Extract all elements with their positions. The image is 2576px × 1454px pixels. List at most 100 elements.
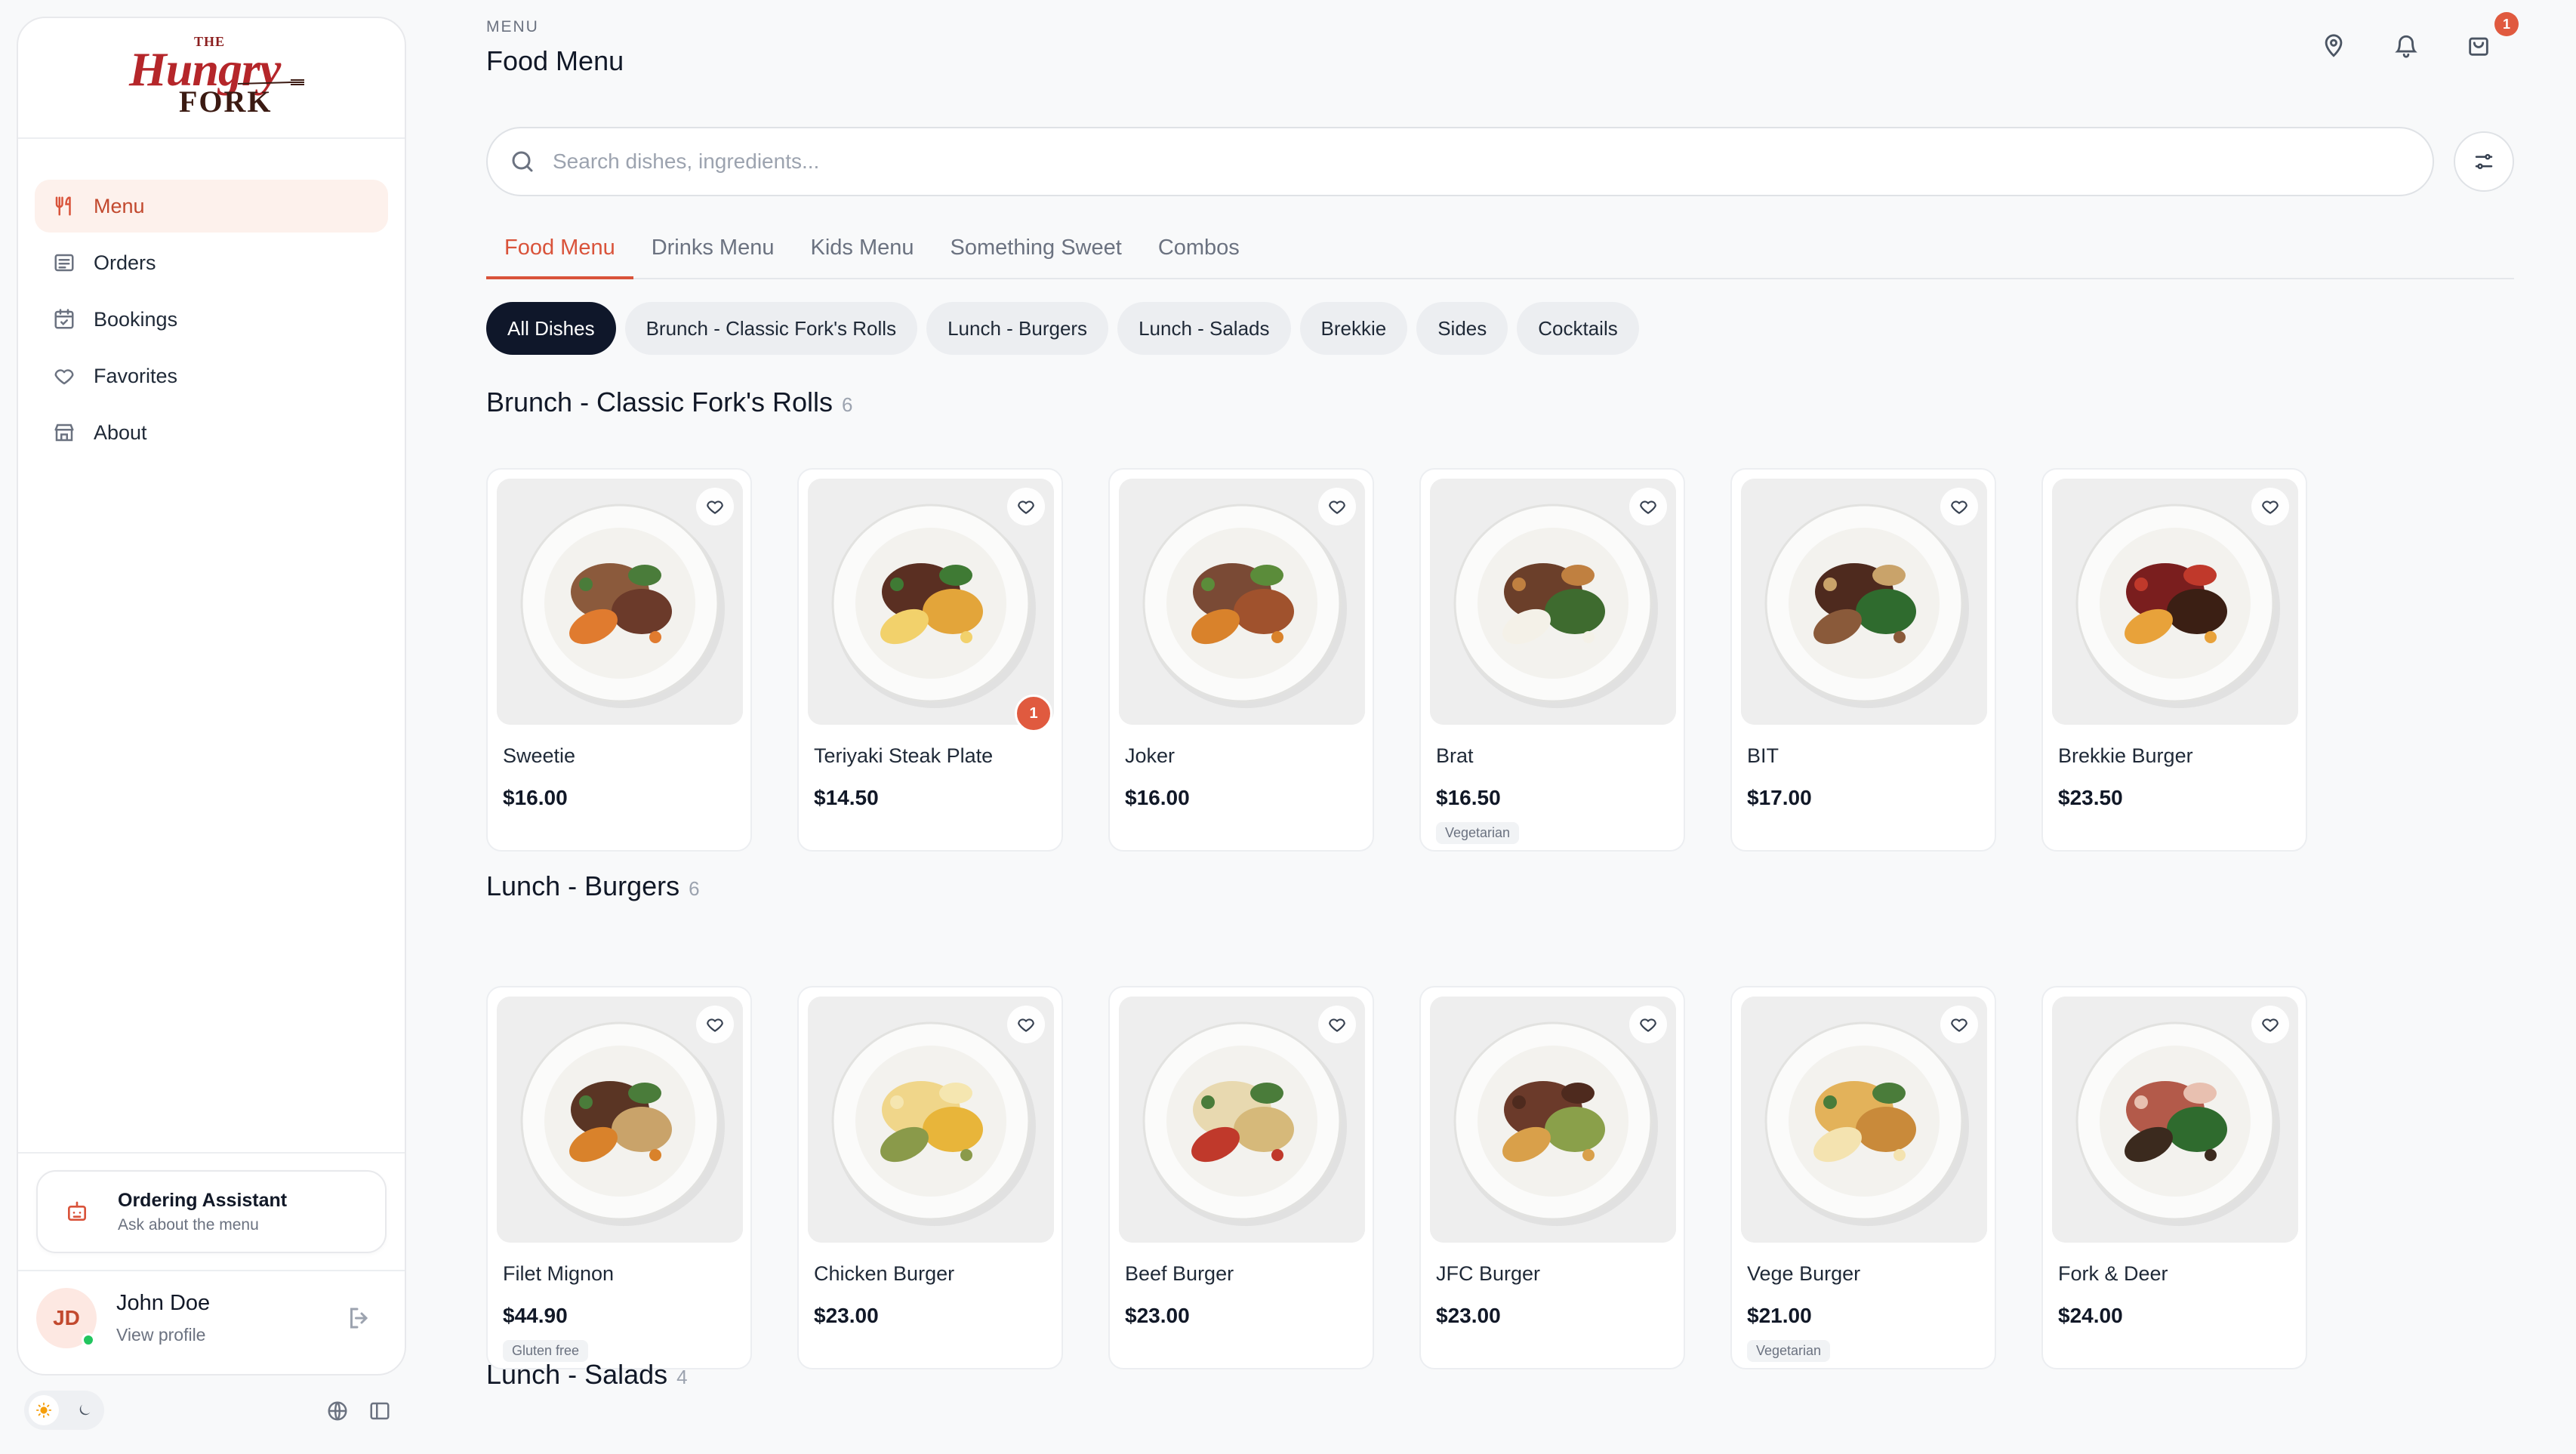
favorite-button[interactable] xyxy=(1629,488,1667,525)
dark-mode-button[interactable] xyxy=(69,1395,100,1425)
ordering-assistant-button[interactable]: Ordering Assistant Ask about the menu xyxy=(36,1170,387,1253)
dish-card[interactable]: Chicken Burger $23.00 xyxy=(797,986,1063,1369)
favorite-button[interactable] xyxy=(1318,488,1356,525)
favorite-button[interactable] xyxy=(1629,1006,1667,1043)
sidebar-divider xyxy=(18,1152,405,1154)
logout-icon[interactable] xyxy=(346,1305,373,1332)
favorite-button[interactable] xyxy=(2251,1006,2289,1043)
category-chip[interactable]: Lunch - Salads xyxy=(1117,302,1291,355)
avatar[interactable]: JD xyxy=(36,1288,97,1348)
sidebar-item-label: Orders xyxy=(94,251,156,274)
dish-card[interactable]: Vege Burger $21.00 Vegetarian xyxy=(1730,986,1996,1369)
tab-combos[interactable]: Combos xyxy=(1140,229,1258,279)
view-profile-link[interactable]: View profile xyxy=(116,1325,210,1345)
dish-card[interactable]: Fork & Deer $24.00 xyxy=(2041,986,2307,1369)
favorite-button[interactable] xyxy=(2251,488,2289,525)
dish-name: Chicken Burger xyxy=(814,1262,955,1285)
sidebar-item-favorites[interactable]: Favorites xyxy=(35,350,388,402)
dish-image[interactable] xyxy=(497,479,743,725)
category-chip[interactable]: Brekkie xyxy=(1299,302,1408,355)
globe-icon[interactable] xyxy=(326,1400,349,1422)
dish-card[interactable]: Filet Mignon $44.90 Gluten free xyxy=(486,986,752,1369)
category-chip[interactable]: All Dishes xyxy=(486,302,616,355)
favorite-button[interactable] xyxy=(696,1006,734,1043)
section-title: Lunch - Salads 4 xyxy=(486,1359,688,1391)
filter-button[interactable] xyxy=(2454,131,2514,192)
sidebar-item-bookings[interactable]: Bookings xyxy=(35,293,388,346)
utensils-icon xyxy=(53,195,75,217)
shopping-bag-icon xyxy=(2469,37,2488,56)
dish-price: $24.00 xyxy=(2058,1304,2123,1327)
heart-icon xyxy=(1329,501,1345,514)
tab-drinks-menu[interactable]: Drinks Menu xyxy=(633,229,793,279)
section-title-text: Brunch - Classic Fork's Rolls xyxy=(486,387,833,417)
favorite-button[interactable] xyxy=(696,488,734,525)
section-title: Lunch - Burgers 6 xyxy=(486,870,700,902)
favorite-button[interactable] xyxy=(1007,488,1045,525)
dish-image[interactable] xyxy=(1430,479,1676,725)
favorite-button[interactable] xyxy=(1318,1006,1356,1043)
dish-image[interactable] xyxy=(1741,997,1987,1243)
tab-food-menu[interactable]: Food Menu xyxy=(486,229,633,279)
tab-kids-menu[interactable]: Kids Menu xyxy=(792,229,932,279)
dish-image[interactable] xyxy=(1430,997,1676,1243)
light-mode-button[interactable] xyxy=(29,1395,59,1425)
section-count: 6 xyxy=(689,877,700,900)
sidebar-item-orders[interactable]: Orders xyxy=(35,236,388,289)
sidebar-item-menu[interactable]: Menu xyxy=(35,180,388,233)
dish-card[interactable]: BIT $17.00 xyxy=(1730,468,1996,852)
dish-name: Joker xyxy=(1125,744,1176,767)
favorite-button[interactable] xyxy=(1940,488,1978,525)
avatar-initials: JD xyxy=(53,1306,80,1329)
assistant-title: Ordering Assistant xyxy=(118,1189,288,1211)
sun-icon xyxy=(35,1402,52,1419)
section-count: 4 xyxy=(676,1366,688,1388)
assistant-subtitle: Ask about the menu xyxy=(118,1215,259,1234)
cart-button[interactable] xyxy=(2466,33,2496,63)
fork-icon xyxy=(238,79,304,85)
dish-card[interactable]: Brat $16.50 Vegetarian xyxy=(1419,468,1685,852)
dish-name: Vege Burger xyxy=(1747,1262,1861,1285)
dish-price: $16.50 xyxy=(1436,786,1501,809)
dish-card[interactable]: JFC Burger $23.00 xyxy=(1419,986,1685,1369)
dish-card[interactable]: Brekkie Burger $23.50 xyxy=(2041,468,2307,852)
dish-card[interactable]: 1 Teriyaki Steak Plate $14.50 xyxy=(797,468,1063,852)
dish-card[interactable]: Joker $16.00 xyxy=(1108,468,1374,852)
sidebar-item-about[interactable]: About xyxy=(35,406,388,459)
search-bar xyxy=(486,127,2434,196)
heart-icon xyxy=(2262,1018,2279,1032)
user-profile[interactable]: JD John Doe View profile xyxy=(36,1282,387,1354)
category-chip[interactable]: Lunch - Burgers xyxy=(926,302,1109,355)
dish-image[interactable] xyxy=(808,997,1054,1243)
notifications-button[interactable] xyxy=(2393,33,2423,63)
category-chip[interactable]: Brunch - Classic Fork's Rolls xyxy=(624,302,918,355)
dish-name: Fork & Deer xyxy=(2058,1262,2168,1285)
receipt-icon xyxy=(53,251,75,274)
dish-image[interactable] xyxy=(2052,479,2298,725)
dish-card[interactable]: Beef Burger $23.00 xyxy=(1108,986,1374,1369)
location-button[interactable] xyxy=(2321,33,2351,63)
dish-name: Brat xyxy=(1436,744,1474,767)
dish-card[interactable]: Sweetie $16.00 xyxy=(486,468,752,852)
favorite-button[interactable] xyxy=(1940,1006,1978,1043)
dish-image[interactable] xyxy=(1119,997,1365,1243)
tab-something-sweet[interactable]: Something Sweet xyxy=(932,229,1140,279)
category-chip[interactable]: Cocktails xyxy=(1517,302,1639,355)
favorite-button[interactable] xyxy=(1007,1006,1045,1043)
brand-logo[interactable]: THE Hungry FORK xyxy=(125,32,304,123)
dish-image[interactable] xyxy=(1119,479,1365,725)
theme-toggle[interactable] xyxy=(24,1391,104,1430)
dish-image[interactable] xyxy=(808,479,1054,725)
heart-icon xyxy=(707,501,723,514)
heart-icon xyxy=(1951,1018,1967,1032)
dish-price: $16.00 xyxy=(503,786,568,809)
cart-count-badge: 1 xyxy=(2494,12,2519,36)
app-root: THE Hungry FORK Menu Orders Bookings Fav… xyxy=(0,0,2576,1454)
dish-price: $21.00 xyxy=(1747,1304,1812,1327)
dish-image[interactable] xyxy=(497,997,743,1243)
search-input[interactable] xyxy=(553,149,2365,174)
category-chip[interactable]: Sides xyxy=(1416,302,1508,355)
dish-image[interactable] xyxy=(2052,997,2298,1243)
sidebar-toggle-icon[interactable] xyxy=(368,1400,391,1422)
dish-image[interactable] xyxy=(1741,479,1987,725)
